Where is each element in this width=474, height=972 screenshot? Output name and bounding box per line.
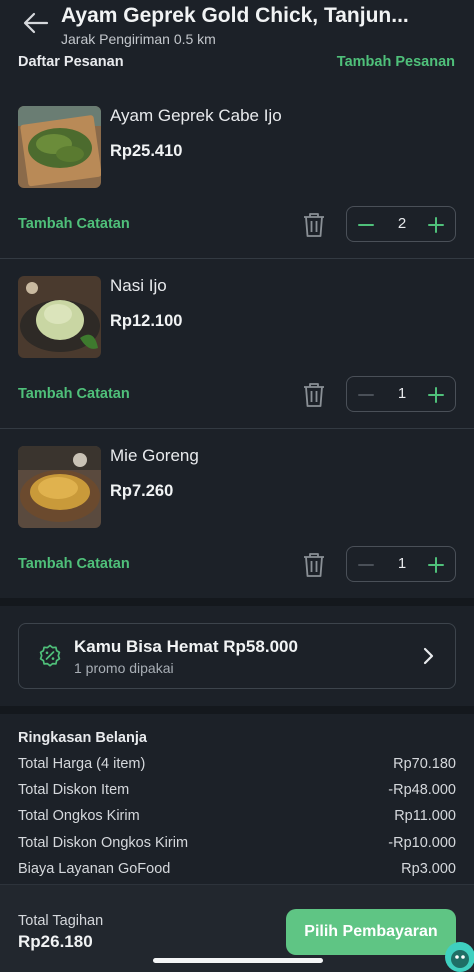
back-button[interactable]	[22, 10, 50, 36]
order-item: Nasi Ijo Rp12.100 Tambah Catatan 1	[0, 258, 474, 428]
item-image	[18, 276, 101, 358]
decrease-button[interactable]	[355, 384, 377, 406]
quantity-stepper: 1	[346, 376, 456, 412]
delete-button[interactable]	[302, 552, 326, 578]
delete-button[interactable]	[302, 382, 326, 408]
minus-icon	[358, 394, 374, 396]
total-value: Rp26.180	[18, 932, 93, 951]
plus-icon	[428, 387, 444, 403]
minus-icon	[358, 564, 374, 566]
increase-button[interactable]	[425, 554, 447, 576]
summary-value: Rp70.180	[393, 756, 456, 772]
choose-payment-button[interactable]: Pilih Pembayaran	[286, 909, 456, 955]
decrease-button[interactable]	[355, 214, 377, 236]
item-name: Ayam Geprek Cabe Ijo	[110, 106, 282, 125]
quantity-value: 1	[397, 385, 407, 402]
summary-row: Total Diskon Ongkos Kirim -Rp10.000	[18, 835, 456, 855]
section-divider	[0, 598, 474, 606]
add-note-link[interactable]: Tambah Catatan	[18, 556, 130, 572]
summary-row: Total Diskon Item -Rp48.000	[18, 782, 456, 802]
quantity-value: 2	[397, 215, 407, 232]
summary-label: Total Diskon Ongkos Kirim	[18, 835, 189, 851]
summary-label: Total Ongkos Kirim	[18, 808, 140, 824]
add-note-link[interactable]: Tambah Catatan	[18, 216, 130, 232]
trash-icon	[304, 553, 324, 577]
home-indicator	[153, 958, 323, 963]
top-bar: Ayam Geprek Gold Chick, Tanjun... Jarak …	[0, 0, 474, 48]
quantity-stepper: 1	[346, 546, 456, 582]
decrease-button[interactable]	[355, 554, 377, 576]
summary-value: -Rp48.000	[388, 782, 456, 798]
order-item: Mie Goreng Rp7.260 Tambah Catatan 1	[0, 428, 474, 598]
quantity-value: 1	[397, 555, 407, 572]
total-label: Total Tagihan	[18, 913, 104, 929]
plus-icon	[428, 557, 444, 573]
summary-label: Total Diskon Item	[18, 782, 130, 798]
trash-icon	[304, 213, 324, 237]
delivery-distance: Jarak Pengiriman 0.5 km	[61, 31, 216, 47]
restaurant-title: Ayam Geprek Gold Chick, Tanjun...	[61, 4, 409, 27]
trash-icon	[304, 383, 324, 407]
summary-label: Biaya Layanan GoFood	[18, 861, 171, 877]
add-note-link[interactable]: Tambah Catatan	[18, 386, 130, 402]
order-list-heading: Daftar Pesanan	[18, 54, 124, 70]
chevron-right-icon	[421, 646, 435, 666]
quantity-stepper: 2	[346, 206, 456, 242]
add-order-link[interactable]: Tambah Pesanan	[337, 54, 455, 70]
summary-heading: Ringkasan Belanja	[18, 730, 147, 746]
increase-button[interactable]	[425, 214, 447, 236]
summary-value: Rp11.000	[394, 808, 456, 824]
summary-value: -Rp10.000	[388, 835, 456, 851]
promo-title: Kamu Bisa Hemat Rp58.000	[74, 637, 298, 656]
summary-label: Total Harga (4 item)	[18, 756, 146, 772]
increase-button[interactable]	[425, 384, 447, 406]
order-item: Ayam Geprek Cabe Ijo Rp25.410 Tambah Cat…	[0, 88, 474, 258]
arrow-left-icon	[23, 12, 49, 34]
assistant-mascot-icon[interactable]	[444, 941, 474, 972]
item-name: Nasi Ijo	[110, 276, 167, 295]
item-image	[18, 446, 101, 528]
item-image	[18, 106, 101, 188]
plus-icon	[428, 217, 444, 233]
summary-row: Total Harga (4 item) Rp70.180	[18, 756, 456, 776]
promo-card[interactable]: Kamu Bisa Hemat Rp58.000 1 promo dipakai	[18, 623, 456, 689]
section-divider	[0, 706, 474, 714]
summary-row: Biaya Layanan GoFood Rp3.000	[18, 861, 456, 881]
summary-row: Total Ongkos Kirim Rp11.000	[18, 808, 456, 828]
item-price: Rp7.260	[110, 482, 174, 500]
discount-icon	[38, 644, 62, 668]
summary-value: Rp3.000	[401, 861, 456, 877]
item-name: Mie Goreng	[110, 446, 199, 465]
item-price: Rp12.100	[110, 312, 183, 330]
delete-button[interactable]	[302, 212, 326, 238]
promo-subtitle: 1 promo dipakai	[74, 660, 174, 676]
item-price: Rp25.410	[110, 142, 183, 160]
minus-icon	[358, 224, 374, 226]
